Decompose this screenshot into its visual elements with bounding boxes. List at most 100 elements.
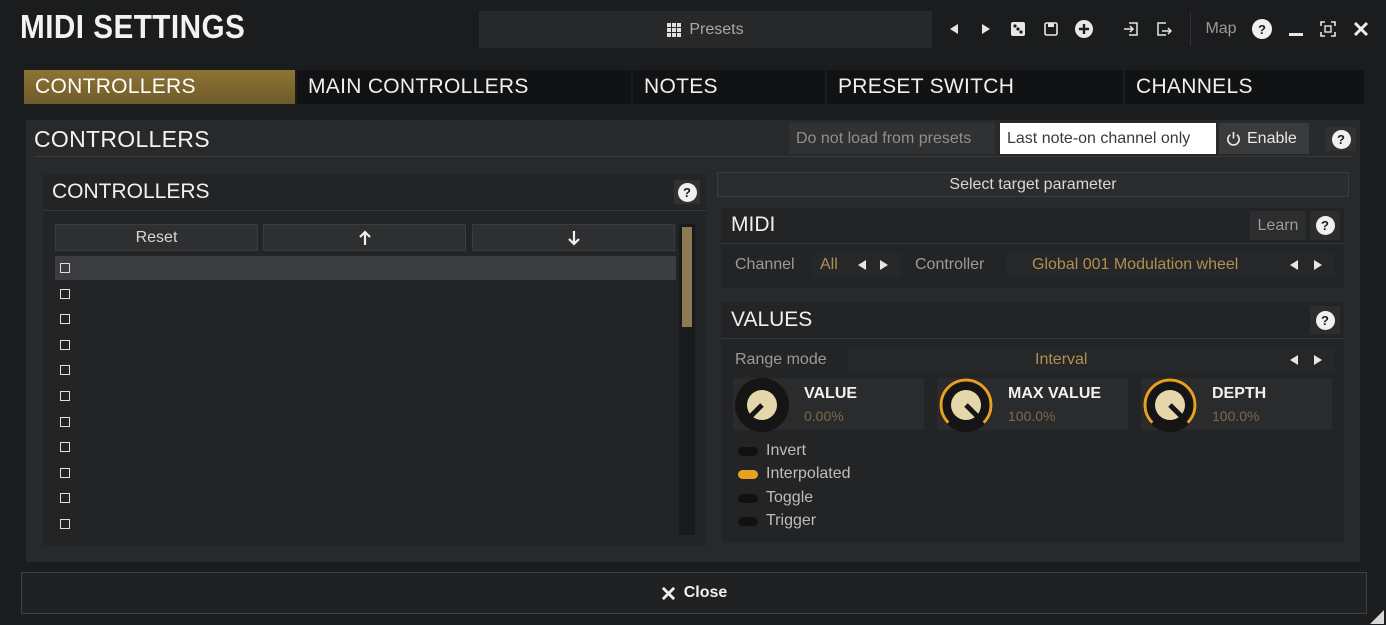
- trigger-toggle[interactable]: Trigger: [738, 510, 816, 532]
- checkbox-icon[interactable]: [60, 339, 70, 350]
- range-mode-label: Range mode: [735, 351, 827, 368]
- do-not-load-from-presets-toggle[interactable]: Do not load from presets: [789, 123, 995, 154]
- toggle-toggle[interactable]: Toggle: [738, 487, 813, 509]
- list-item[interactable]: [55, 384, 676, 408]
- checkbox-icon[interactable]: [60, 288, 70, 299]
- checkbox-icon[interactable]: [60, 391, 70, 401]
- depth-knob[interactable]: [1141, 376, 1199, 434]
- move-up-button[interactable]: [263, 224, 466, 251]
- section-help-button[interactable]: ?: [1326, 127, 1356, 151]
- help-icon: ?: [1331, 129, 1351, 149]
- list-help-button[interactable]: ?: [674, 180, 700, 204]
- value-knob[interactable]: [733, 376, 791, 434]
- section-title: CONTROLLERS: [34, 126, 210, 152]
- move-down-button[interactable]: [472, 224, 675, 251]
- close-icon: [1353, 21, 1369, 37]
- fullscreen-icon: [1320, 21, 1336, 37]
- prev-arrow-icon: [950, 24, 958, 34]
- toggle-indicator: [738, 469, 758, 479]
- checkbox-icon[interactable]: [60, 365, 70, 376]
- list-item[interactable]: [55, 486, 676, 510]
- resize-grip-icon[interactable]: [1370, 610, 1384, 624]
- close-button[interactable]: Close: [21, 572, 1367, 614]
- controllers-list-title: CONTROLLERS: [52, 180, 210, 203]
- channel-value: All: [820, 256, 838, 273]
- list-item[interactable]: [55, 410, 676, 434]
- import-button[interactable]: [1120, 15, 1142, 43]
- export-icon: [1157, 22, 1172, 36]
- value-knob-label: VALUE: [804, 385, 858, 402]
- midi-help-button[interactable]: ?: [1310, 211, 1340, 240]
- checkbox-icon[interactable]: [60, 314, 70, 325]
- max-value-knob[interactable]: [937, 376, 995, 434]
- tab-channels[interactable]: CHANNELS: [1125, 70, 1364, 104]
- checkbox-icon[interactable]: [60, 442, 70, 453]
- controller-selector[interactable]: Global 001 Modulation wheel: [1006, 253, 1334, 277]
- next-arrow-icon: [982, 24, 990, 34]
- midi-title: MIDI: [731, 213, 776, 236]
- presets-button[interactable]: Presets: [479, 11, 932, 48]
- channel-selector[interactable]: All: [812, 253, 901, 277]
- help-button[interactable]: ?: [1250, 15, 1274, 43]
- controller-label: Controller: [915, 256, 985, 273]
- list-item[interactable]: [55, 512, 676, 536]
- list-item[interactable]: [55, 307, 676, 331]
- reset-button[interactable]: Reset: [55, 224, 258, 251]
- list-item[interactable]: [55, 282, 676, 306]
- prev-preset-button[interactable]: [944, 15, 964, 43]
- last-note-on-channel-only-toggle[interactable]: Last note-on channel only: [1000, 123, 1216, 154]
- minimize-button[interactable]: [1285, 15, 1307, 43]
- enable-toggle[interactable]: Enable: [1219, 123, 1309, 154]
- save-preset-button[interactable]: [1040, 15, 1062, 43]
- select-target-parameter-button[interactable]: Select target parameter: [717, 172, 1349, 197]
- save-icon: [1044, 22, 1058, 36]
- trigger-label: Trigger: [766, 512, 817, 529]
- controller-value: Global 001 Modulation wheel: [1032, 256, 1239, 273]
- help-icon: ?: [1315, 216, 1335, 235]
- tab-main-controllers[interactable]: MAIN CONTROLLERS: [297, 70, 631, 104]
- values-help-button[interactable]: ?: [1310, 306, 1340, 334]
- help-icon: ?: [677, 182, 697, 202]
- checkbox-icon[interactable]: [60, 493, 70, 504]
- enable-label: Enable: [1247, 130, 1297, 147]
- tab-preset-switch[interactable]: PRESET SWITCH: [827, 70, 1123, 104]
- help-icon: ?: [1252, 19, 1272, 39]
- interpolated-toggle[interactable]: Interpolated: [738, 463, 851, 485]
- channel-label: Channel: [735, 256, 795, 273]
- next-arrow-icon: [880, 260, 888, 270]
- next-arrow-icon: [1314, 260, 1322, 270]
- list-item[interactable]: [55, 358, 676, 382]
- list-item[interactable]: [55, 333, 676, 357]
- checkbox-icon[interactable]: [60, 467, 70, 478]
- add-preset-button[interactable]: [1073, 15, 1095, 43]
- list-item[interactable]: [55, 256, 676, 280]
- fullscreen-button[interactable]: [1317, 15, 1339, 43]
- presets-label: Presets: [689, 20, 744, 38]
- values-divider: [721, 338, 1344, 339]
- list-item[interactable]: [55, 461, 676, 485]
- tab-notes[interactable]: NOTES: [633, 70, 825, 104]
- random-icon: [1011, 22, 1025, 36]
- invert-toggle[interactable]: Invert: [738, 440, 806, 462]
- depth-knob-readout: 100.0%: [1212, 408, 1260, 424]
- minimize-icon: [1289, 33, 1303, 36]
- max-value-knob-readout: 100.0%: [1008, 408, 1056, 424]
- random-preset-button[interactable]: [1007, 15, 1029, 43]
- list-item[interactable]: [55, 435, 676, 459]
- max-value-knob-label: MAX VALUE: [1008, 385, 1102, 402]
- next-arrow-icon: [1314, 355, 1322, 365]
- prev-arrow-icon: [1290, 355, 1298, 365]
- close-window-button[interactable]: [1350, 15, 1372, 43]
- value-knob-readout: 0.00%: [804, 408, 844, 424]
- tab-controllers[interactable]: CONTROLLERS: [24, 70, 295, 104]
- checkbox-icon[interactable]: [60, 519, 70, 529]
- range-mode-selector[interactable]: Interval: [847, 348, 1334, 372]
- list-scrollbar-thumb[interactable]: [682, 227, 692, 327]
- map-button[interactable]: Map: [1201, 15, 1241, 43]
- checkbox-icon[interactable]: [60, 416, 70, 427]
- export-button[interactable]: [1153, 15, 1175, 43]
- values-title: VALUES: [731, 308, 813, 331]
- next-preset-button[interactable]: [976, 15, 996, 43]
- checkbox-icon[interactable]: [60, 263, 70, 273]
- learn-button[interactable]: Learn: [1250, 211, 1306, 240]
